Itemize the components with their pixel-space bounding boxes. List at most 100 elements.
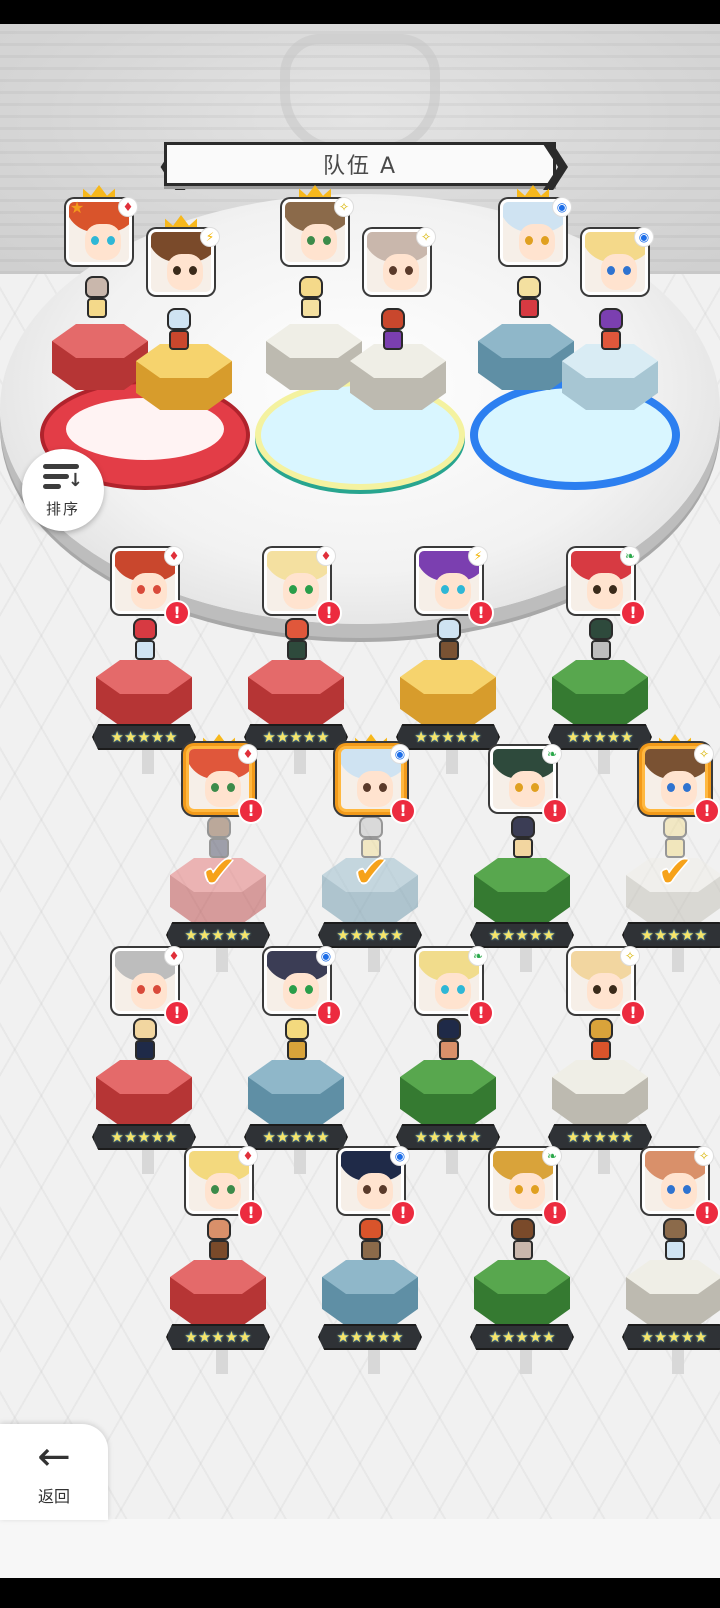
fire-element-icon: ♦ [118,197,138,217]
hero-sprite [126,1016,164,1064]
hero-sprite [592,306,630,354]
fire-element-icon: ♦ [316,546,336,566]
hero-pedestal [400,1060,496,1126]
alert-badge-icon: ! [694,798,720,824]
next-team-arrow-icon[interactable]: ❯ [536,138,575,190]
star-rating: ★★★★★ [470,922,574,948]
back-label: 返回 [37,1487,70,1506]
team-title: 队伍 A [322,154,398,179]
in-team-check-icon: ✔ [657,847,693,896]
star-rating-text: ★★★★★ [566,1128,634,1146]
hero-sprite [78,274,116,322]
hero-sprite [504,1216,542,1264]
hero-sprite [278,1016,316,1064]
alert-badge-icon: ! [542,1200,568,1226]
system-nav-bar [0,1578,720,1608]
star-rating-text: ★★★★★ [640,1328,708,1346]
star-rating-text: ★★★★★ [488,1328,556,1346]
hero-sprite [200,1216,238,1264]
star-rating: ★★★★★ [622,922,720,948]
hero-sprite [504,814,542,862]
alert-badge-icon: ! [238,798,264,824]
star-rating: ★★★★★ [396,1124,500,1150]
water-element-icon: ◉ [634,227,654,247]
thunder-element-icon: ⚡ [200,227,220,247]
star-rating-text: ★★★★★ [336,926,404,944]
star-rating-text: ★★★★★ [184,1328,252,1346]
hero-pedestal [96,660,192,726]
hero-pedestal [474,1260,570,1326]
team-edit-scene: ❮ 队伍 A ❯ ♦⚡✧✧◉◉★ ↓ 排序 ★★★★★♦!★★★★★♦!★★★★… [0,24,720,1578]
star-rating-text: ★★★★★ [110,728,178,746]
alert-badge-icon: ! [238,1200,264,1226]
in-team-check-icon: ✔ [201,847,237,896]
nature-element-icon: ❧ [620,546,640,566]
water-element-icon: ◉ [552,197,572,217]
hero-pedestal [248,1060,344,1126]
alert-badge-icon: ! [620,600,646,626]
water-element-icon: ◉ [390,744,410,764]
team-pedestal [266,324,362,390]
water-element-icon: ◉ [390,1146,410,1166]
team-pedestal [52,324,148,390]
status-bar [0,0,720,24]
hero-sprite [126,616,164,664]
star-rating-text: ★★★★★ [488,926,556,944]
alert-badge-icon: ! [694,1200,720,1226]
light-element-icon: ✧ [694,744,714,764]
sort-button[interactable]: ↓ 排序 [22,449,104,531]
light-element-icon: ✧ [694,1146,714,1166]
fire-element-icon: ♦ [238,744,258,764]
back-button[interactable]: ← 返回 [0,1424,108,1520]
star-rating: ★★★★★ [318,922,422,948]
team-banner: 队伍 A [164,142,556,186]
light-element-icon: ✧ [416,227,436,247]
hero-sprite [510,274,548,322]
hero-pedestal [96,1060,192,1126]
hero-sprite [374,306,412,354]
hero-sprite [352,1216,390,1264]
star-rating-text: ★★★★★ [336,1328,404,1346]
star-rating: ★★★★★ [166,1324,270,1350]
star-rating: ★★★★★ [548,1124,652,1150]
hero-sprite [292,274,330,322]
star-rating: ★★★★★ [244,724,348,750]
alert-badge-icon: ! [164,600,190,626]
star-rating: ★★★★★ [318,1324,422,1350]
hero-sprite [430,1016,468,1064]
star-rating-text: ★★★★★ [640,926,708,944]
star-rating: ★★★★★ [396,724,500,750]
nature-element-icon: ❧ [542,1146,562,1166]
hero-sprite [582,616,620,664]
star-rating-text: ★★★★★ [262,1128,330,1146]
bottom-strip [0,1519,720,1578]
star-rating: ★★★★★ [622,1324,720,1350]
alert-badge-icon: ! [542,798,568,824]
star-rating: ★★★★★ [548,724,652,750]
nature-element-icon: ❧ [468,946,488,966]
hero-pedestal [170,1260,266,1326]
thunder-element-icon: ⚡ [468,546,488,566]
water-element-icon: ◉ [316,946,336,966]
star-rating: ★★★★★ [244,1124,348,1150]
alert-badge-icon: ! [468,600,494,626]
star-rating-text: ★★★★★ [184,926,252,944]
light-element-icon: ✧ [334,197,354,217]
star-rating: ★★★★★ [92,1124,196,1150]
hero-sprite [582,1016,620,1064]
alert-badge-icon: ! [316,600,342,626]
star-rating: ★★★★★ [92,724,196,750]
hero-sprite [430,616,468,664]
hero-sprite [160,306,198,354]
hero-sprite [278,616,316,664]
hero-pedestal [400,660,496,726]
nature-element-icon: ❧ [542,744,562,764]
star-rating-text: ★★★★★ [262,728,330,746]
star-rating: ★★★★★ [470,1324,574,1350]
arena-emblem [280,34,440,154]
alert-badge-icon: ! [164,1000,190,1026]
leader-star-icon: ★ [69,198,85,217]
hero-sprite [656,1216,694,1264]
team-pedestal [478,324,574,390]
back-arrow-icon: ← [37,1434,71,1480]
